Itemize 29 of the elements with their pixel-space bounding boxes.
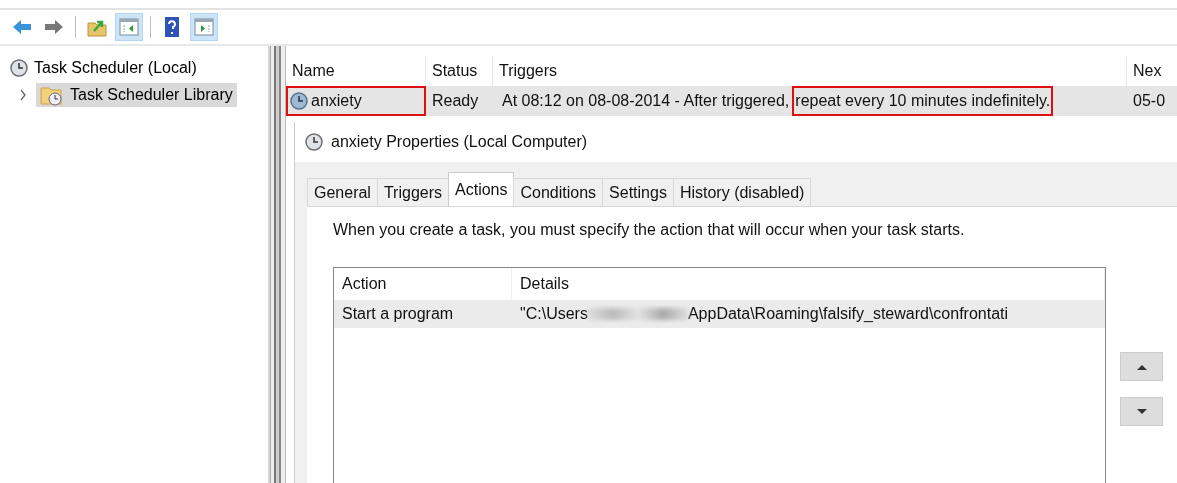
column-header[interactable]: Name	[286, 56, 426, 86]
description-text: When you create a task, you must specify the action that will occur when your task starts.	[333, 221, 966, 239]
tab[interactable]: General	[307, 178, 378, 206]
dialog-title: anxiety Properties (Local Computer)	[331, 133, 588, 151]
trigger-text: repeat every 10 minutes indefinitely.	[792, 86, 1054, 116]
tab[interactable]: Conditions	[513, 178, 604, 206]
task-name: anxiety	[311, 92, 362, 110]
task-row[interactable]: anxiety Ready At 08:12 on 08-08-2014 - After triggered, repeat every 10 minutes indefinitely. 05-0	[286, 86, 1177, 116]
pane-window-icon	[193, 16, 215, 38]
action-row[interactable]: Start a program "C:\Users AppData\Roaming\falsify_steward\confrontati	[334, 300, 1105, 328]
caret-up-icon	[1136, 363, 1147, 370]
details-text: AppData\Roaming\falsify_steward\confrontati	[687, 305, 1009, 323]
next-run-time: 05-0	[1132, 92, 1167, 110]
tree-item[interactable]: Task Scheduler (Local)	[6, 57, 201, 78]
pane-window-icon	[118, 16, 140, 38]
tab[interactable]: History (disabled)	[672, 178, 812, 206]
clock-icon	[10, 58, 28, 77]
details-text: "C:\Users	[520, 305, 588, 323]
trigger-text: At 08:12 on 08-08-2014 - After triggered,	[501, 91, 791, 111]
clock-icon	[290, 92, 308, 110]
move-down-button[interactable]	[1120, 397, 1163, 426]
action-cell-text: Start a program	[341, 305, 455, 323]
tab[interactable]: Actions	[448, 172, 515, 206]
clock-icon	[305, 133, 323, 151]
tree-item[interactable]: Task Scheduler Library	[36, 82, 237, 107]
caret-down-icon	[1136, 408, 1147, 415]
move-up-button[interactable]	[1120, 352, 1163, 381]
pane-splitter[interactable]	[270, 46, 285, 483]
task-status: Ready	[431, 92, 480, 110]
